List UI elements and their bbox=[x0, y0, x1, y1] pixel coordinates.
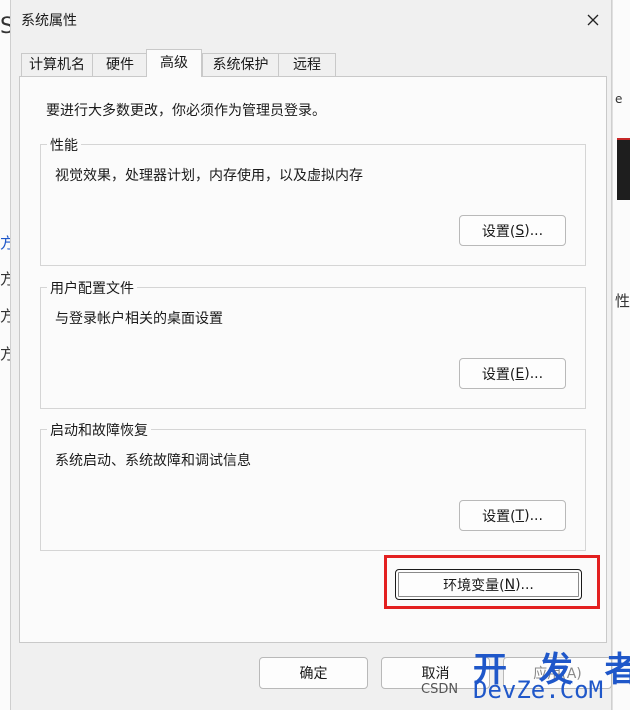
button-label: 设置( bbox=[481, 223, 516, 240]
background-text: 性 bbox=[615, 292, 630, 310]
performance-description: 视觉效果，处理器计划，内存使用，以及虚拟内存 bbox=[55, 168, 363, 184]
tab-remote[interactable]: 远程 bbox=[278, 53, 336, 76]
startup-recovery-description: 系统启动、系统故障和调试信息 bbox=[55, 453, 251, 469]
startup-recovery-group: 启动和故障恢复 系统启动、系统故障和调试信息 设置(T)... bbox=[40, 420, 586, 551]
button-label: 设置( bbox=[481, 366, 516, 383]
button-label: )... bbox=[524, 222, 544, 239]
tab-hardware[interactable]: 硬件 bbox=[92, 53, 148, 76]
cancel-button[interactable]: 取消 bbox=[381, 657, 490, 689]
background-window-right: е 性 bbox=[612, 0, 630, 710]
button-label: 环境变量( bbox=[443, 577, 505, 594]
admin-note: 要进行大多数更改，你必须作为管理员登录。 bbox=[46, 103, 326, 119]
access-key: T bbox=[515, 507, 525, 524]
tab-computer-name[interactable]: 计算机名 bbox=[21, 53, 93, 76]
background-text: е bbox=[615, 92, 623, 106]
close-icon bbox=[587, 14, 599, 26]
title-bar: 系统属性 bbox=[11, 0, 611, 40]
user-profiles-description: 与登录帐户相关的桌面设置 bbox=[55, 311, 223, 327]
button-label: 设置( bbox=[482, 508, 516, 525]
access-key: N bbox=[504, 576, 516, 593]
ok-button[interactable]: 确定 bbox=[259, 657, 368, 689]
advanced-tab-panel: 要进行大多数更改，你必须作为管理员登录。 性能 视觉效果，处理器计划，内存使用，… bbox=[19, 76, 607, 643]
button-label: )... bbox=[524, 507, 543, 524]
window-title: 系统属性 bbox=[21, 13, 77, 29]
startup-recovery-settings-button[interactable]: 设置(T)... bbox=[459, 500, 566, 531]
background-image bbox=[617, 138, 630, 200]
user-profiles-title: 用户配置文件 bbox=[47, 278, 137, 298]
tab-advanced[interactable]: 高级 bbox=[146, 49, 202, 77]
apply-button[interactable]: 应用(A) bbox=[503, 657, 612, 689]
access-key: S bbox=[515, 222, 525, 239]
performance-group: 性能 视觉效果，处理器计划，内存使用，以及虚拟内存 设置(S)... bbox=[40, 135, 586, 266]
access-key: E bbox=[515, 365, 525, 382]
button-label: )... bbox=[524, 365, 544, 382]
background-window-left: S 方 方 方 方 bbox=[0, 0, 15, 710]
user-profiles-group: 用户配置文件 与登录帐户相关的桌面设置 设置(E)... bbox=[40, 278, 586, 409]
performance-title: 性能 bbox=[47, 135, 81, 155]
performance-settings-button[interactable]: 设置(S)... bbox=[459, 215, 566, 246]
startup-recovery-title: 启动和故障恢复 bbox=[47, 420, 151, 440]
tab-system-protection[interactable]: 系统保护 bbox=[202, 53, 279, 76]
system-properties-dialog: 系统属性 计算机名 硬件 高级 系统保护 远程 要进行大多数更改，你必须作为管理… bbox=[10, 0, 612, 710]
environment-variables-button[interactable]: 环境变量(N)... bbox=[395, 569, 582, 600]
user-profiles-settings-button[interactable]: 设置(E)... bbox=[459, 358, 566, 389]
close-button[interactable] bbox=[575, 4, 611, 36]
button-label: )... bbox=[515, 576, 534, 593]
